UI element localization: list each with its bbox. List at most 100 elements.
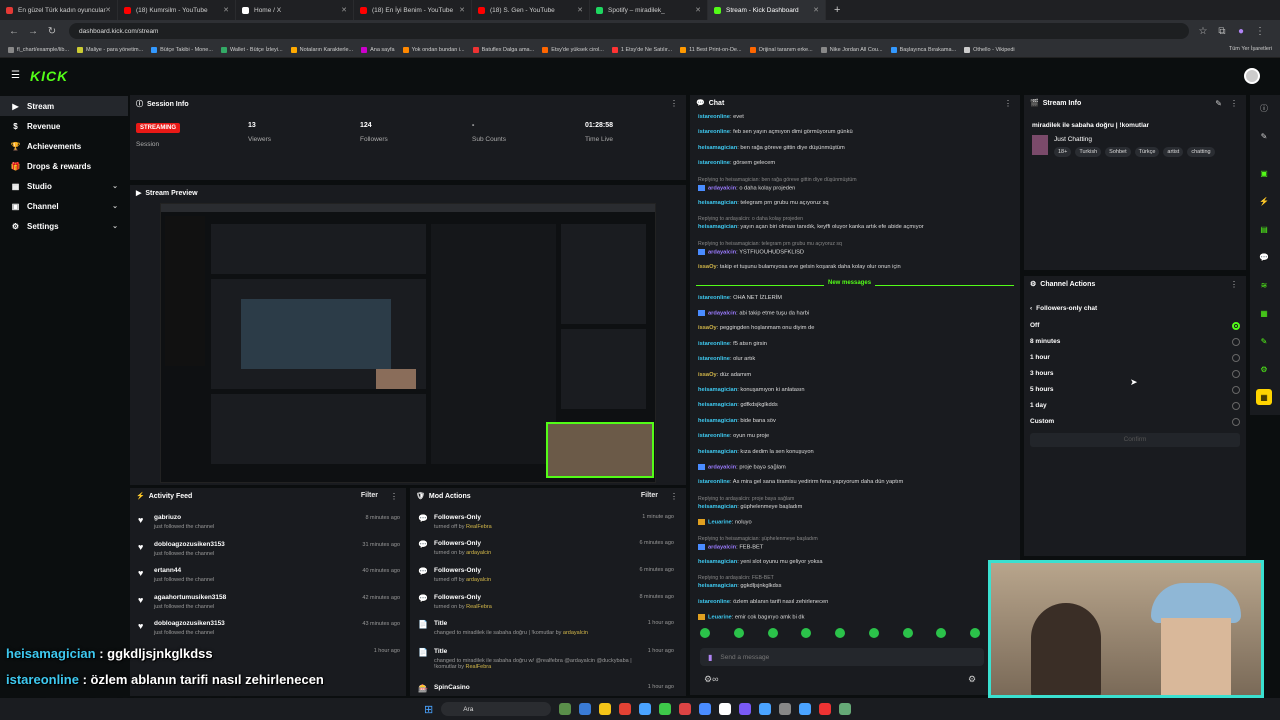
extensions-icon[interactable]: ⧉ — [1217, 26, 1227, 37]
user-avatar[interactable] — [1244, 68, 1260, 84]
close-tab-icon[interactable]: ✕ — [813, 6, 819, 14]
taskbar-app-icon[interactable] — [739, 703, 752, 715]
browser-tab[interactable]: En güzel Türk kadın oyuncular ✕ — [0, 0, 118, 20]
emote-icon[interactable] — [835, 628, 845, 638]
taskbar-app-icon[interactable] — [779, 703, 792, 715]
all-bookmarks-link[interactable]: Tüm Yer İşaretleri — [1229, 46, 1272, 52]
browser-tab[interactable]: Home / X ✕ — [236, 0, 354, 20]
menu-dots-icon[interactable]: ⋮ — [1255, 26, 1265, 37]
bookmark-item[interactable]: 1 Etsy'de Ne Satılır... — [611, 46, 672, 53]
chat-username[interactable]: ardayalcin — [708, 249, 736, 255]
taskbar-app-icon[interactable] — [559, 703, 572, 715]
followers-option[interactable]: 1 hour — [1030, 353, 1240, 365]
new-tab-icon[interactable]: + — [834, 4, 840, 16]
url-input[interactable]: dashboard.kick.com/stream — [69, 23, 1189, 39]
radio-button[interactable] — [1232, 322, 1240, 330]
chat-settings-icon[interactable]: ⚙∞ — [704, 674, 718, 685]
taskbar-app-icon[interactable] — [759, 703, 772, 715]
taskbar-app-icon[interactable] — [599, 703, 612, 715]
chat-username[interactable]: heisamagician — [698, 583, 737, 589]
bookmark-item[interactable]: Maliye - para yönetim... — [76, 46, 143, 53]
sidebar-item-channel[interactable]: ▣ Channel ⌄ — [0, 196, 128, 216]
chat-username[interactable]: heisamagician — [698, 224, 737, 230]
radio-button[interactable] — [1232, 338, 1240, 346]
stream-tag[interactable]: Sohbet — [1105, 147, 1131, 157]
radio-button[interactable] — [1232, 418, 1240, 426]
chat-username[interactable]: istareonline — [698, 341, 730, 347]
mod-menu-icon[interactable]: ⋮ — [670, 492, 678, 501]
bookmark-item[interactable]: Başlayınca Bırakama... — [890, 46, 956, 53]
stream-info-menu-icon[interactable]: ⋮ — [1230, 99, 1238, 108]
taskbar-app-icon[interactable] — [839, 703, 852, 715]
followers-option[interactable]: Off — [1030, 321, 1240, 333]
sidebar-item-settings[interactable]: ⚙ Settings ⌄ — [0, 216, 128, 236]
chat-username[interactable]: ardayalcin — [708, 311, 736, 317]
radio-button[interactable] — [1232, 354, 1240, 362]
mod-by-user[interactable]: ardayalcin — [466, 550, 491, 556]
kick-logo[interactable]: KICK — [30, 68, 68, 84]
bookmark-item[interactable]: Nike Jordan All Cou... — [820, 46, 883, 53]
taskbar-app-icon[interactable] — [659, 703, 672, 715]
followers-only-back[interactable]: ‹ Followers-only chat — [1030, 305, 1097, 312]
emote-icon[interactable] — [700, 628, 710, 638]
chat-username[interactable]: heisamagician — [698, 559, 737, 565]
taskbar-app-icon[interactable] — [699, 703, 712, 715]
bookmark-item[interactable]: Notaların Karakterle... — [290, 46, 353, 53]
chat-username[interactable]: issaOy — [698, 264, 717, 270]
chevron-down-icon[interactable]: ⌄ — [112, 182, 118, 190]
rail-tool-icon[interactable]: ✎ — [1256, 333, 1272, 349]
close-tab-icon[interactable]: ✕ — [695, 6, 701, 14]
emote-icon[interactable] — [970, 628, 980, 638]
profile-icon[interactable]: ● — [1236, 26, 1246, 37]
chat-username[interactable]: istareonline — [698, 599, 730, 605]
chat-username[interactable]: istareonline — [698, 160, 730, 166]
chat-gear-icon[interactable]: ⚙ — [968, 674, 976, 685]
chat-username[interactable]: heisamagician — [698, 200, 737, 206]
close-tab-icon[interactable]: ✕ — [223, 6, 229, 14]
channel-actions-menu-icon[interactable]: ⋮ — [1230, 280, 1238, 289]
chevron-down-icon[interactable]: ⌄ — [112, 222, 118, 230]
rail-tool-icon[interactable]: 💬 — [1256, 249, 1272, 265]
bookmark-item[interactable]: Wallet - Bütçe İzleyi... — [220, 46, 283, 53]
mod-by-user[interactable]: ardayalcin — [563, 630, 588, 636]
chat-username[interactable]: heisamagician — [698, 504, 737, 510]
browser-tab[interactable]: (18) En İyi Benim - YouTube ✕ — [354, 0, 472, 20]
radio-button[interactable] — [1232, 402, 1240, 410]
mod-filter-button[interactable]: Filter — [641, 492, 658, 499]
chat-username[interactable]: Leuarine — [708, 615, 732, 621]
activity-user[interactable]: dobloagzozusiken3153 — [154, 541, 225, 548]
bookmark-star-icon[interactable]: ☆ — [1198, 26, 1208, 37]
bookmark-item[interactable]: Batuflex Dalga ama... — [472, 46, 534, 53]
taskbar-app-icon[interactable] — [679, 703, 692, 715]
rail-tool-icon[interactable]: ⓘ — [1256, 100, 1272, 116]
browser-tab[interactable]: (18) Kumrsilm - YouTube ✕ — [118, 0, 236, 20]
taskbar-app-icon[interactable] — [579, 703, 592, 715]
chat-input[interactable]: ▮ Send a message — [700, 648, 984, 666]
bookmark-item[interactable]: Othello - Vikipedi — [964, 46, 1015, 53]
chat-username[interactable]: heisamagician — [698, 402, 737, 408]
emote-icon[interactable] — [767, 628, 778, 638]
activity-filter-button[interactable]: Filter — [361, 492, 378, 499]
taskbar-app-icon[interactable] — [619, 703, 632, 715]
browser-tab[interactable]: Spotify – miradilek_ ✕ — [590, 0, 708, 20]
chat-username[interactable]: istareonline — [698, 114, 730, 120]
windows-start-icon[interactable]: ⊞ — [424, 703, 433, 716]
bookmark-item[interactable]: 11 Best Print-on-De... — [680, 46, 742, 53]
sidebar-item-revenue[interactable]: $ Revenue — [0, 116, 128, 136]
bookmark-item[interactable]: fl_chart/example/lib... — [8, 46, 69, 53]
close-tab-icon[interactable]: ✕ — [459, 6, 465, 14]
followers-option[interactable]: Custom — [1030, 417, 1240, 429]
chat-username[interactable]: ardayalcin — [708, 185, 736, 191]
stream-tag[interactable]: artist — [1163, 147, 1184, 157]
chat-username[interactable]: heisamagician — [698, 387, 737, 393]
chat-username[interactable]: istareonline — [698, 356, 730, 362]
hamburger-menu-icon[interactable]: ☰ — [11, 70, 20, 81]
reload-icon[interactable]: ↻ — [47, 26, 57, 37]
emote-icon[interactable] — [801, 628, 812, 638]
activity-user[interactable]: ertann44 — [154, 567, 181, 574]
rail-tool-icon[interactable]: ⚡ — [1256, 193, 1272, 209]
stream-tag[interactable]: Türkçe — [1134, 147, 1160, 157]
confirm-button[interactable]: Confirm — [1030, 433, 1240, 447]
rail-tool-icon[interactable]: ▤ — [1256, 221, 1272, 237]
browser-tab[interactable]: Stream - Kick Dashboard ✕ — [708, 0, 826, 20]
